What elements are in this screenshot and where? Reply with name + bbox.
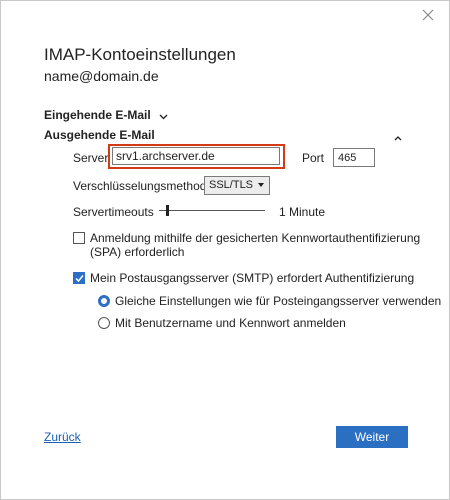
back-link[interactable]: Zurück <box>44 430 81 444</box>
outgoing-section-label: Ausgehende E-Mail <box>44 128 155 142</box>
chevron-down-icon <box>159 109 168 123</box>
port-label: Port <box>302 151 325 165</box>
chevron-up-icon[interactable] <box>393 129 403 141</box>
spa-label-line2: (SPA) erforderlich <box>90 245 185 259</box>
account-email: name@domain.de <box>44 68 159 84</box>
timeout-slider[interactable] <box>159 210 265 211</box>
dropdown-arrow-icon <box>258 183 264 187</box>
encryption-label: Verschlüsselungsmethode <box>73 179 214 193</box>
spa-checkbox[interactable] <box>73 232 85 244</box>
dialog-window: IMAP-Kontoeinstellungen name@domain.de E… <box>0 0 450 500</box>
next-button[interactable]: Weiter <box>336 426 408 448</box>
username-password-radio[interactable] <box>98 317 110 329</box>
smtp-auth-checkbox[interactable] <box>73 272 85 284</box>
outgoing-section-header[interactable]: Ausgehende E-Mail <box>44 128 155 142</box>
encryption-select-value: SSL/TLS <box>209 179 254 191</box>
timeout-label: Servertimeouts <box>73 205 154 219</box>
timeout-slider-thumb[interactable] <box>166 205 169 216</box>
port-input[interactable] <box>333 148 375 167</box>
server-input[interactable] <box>112 147 280 165</box>
username-password-label: Mit Benutzername und Kennwort anmelden <box>115 316 346 330</box>
same-settings-radio[interactable] <box>98 295 110 307</box>
incoming-section-header[interactable]: Eingehende E-Mail <box>44 108 168 123</box>
page-title: IMAP-Kontoeinstellungen <box>44 45 236 64</box>
spa-label-line1: Anmeldung mithilfe der gesicherten Kennw… <box>90 231 421 245</box>
same-settings-label: Gleiche Einstellungen wie für Posteingan… <box>115 294 442 308</box>
checkmark-icon <box>75 275 84 283</box>
server-label: Server <box>73 151 109 165</box>
smtp-auth-label: Mein Postausgangsserver (SMTP) erfordert… <box>90 271 415 285</box>
encryption-select[interactable]: SSL/TLS <box>204 176 270 195</box>
close-icon[interactable] <box>421 8 435 22</box>
timeout-value: 1 Minute <box>279 205 326 219</box>
incoming-section-label: Eingehende E-Mail <box>44 108 151 122</box>
